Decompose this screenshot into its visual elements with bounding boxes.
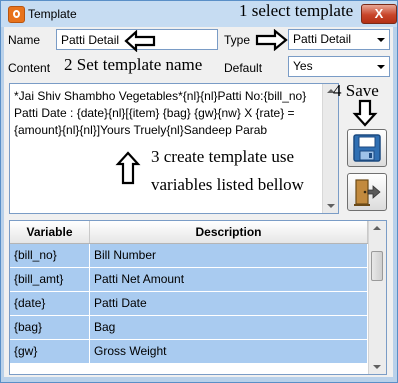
arrow-up-icon bbox=[115, 151, 141, 185]
type-select[interactable]: Patti Detail bbox=[288, 29, 390, 50]
arrow-left-icon bbox=[124, 30, 156, 52]
table-row[interactable]: {bill_no} Bill Number bbox=[10, 244, 368, 268]
chevron-down-icon bbox=[377, 65, 385, 69]
table-row[interactable]: {gw} Gross Weight bbox=[10, 340, 368, 364]
annotation-step3-line2: variables listed bellow bbox=[151, 175, 304, 194]
variable-cell: {date} bbox=[10, 292, 90, 315]
default-select-value: Yes bbox=[293, 59, 313, 73]
variable-cell: {gw} bbox=[10, 340, 90, 363]
title-bar[interactable]: Template 1 select template X bbox=[1, 1, 397, 27]
floppy-disk-icon bbox=[353, 134, 381, 162]
table-row[interactable]: {bill_amt} Patti Net Amount bbox=[10, 268, 368, 292]
chevron-down-icon bbox=[377, 38, 385, 42]
template-content-text: *Jai Shiv Shambho Vegetables*{nl}{nl}Pat… bbox=[14, 89, 307, 137]
table-row[interactable]: {date} Patti Date bbox=[10, 292, 368, 316]
default-label: Default bbox=[224, 61, 263, 75]
annotation-step2: 2 Set template name bbox=[64, 55, 203, 74]
variables-grid[interactable]: Variable Description {bill_no} Bill Numb… bbox=[9, 220, 387, 375]
grid-scrollbar[interactable] bbox=[368, 221, 386, 374]
door-exit-icon bbox=[354, 179, 381, 206]
description-cell: Bill Number bbox=[90, 244, 368, 267]
column-header-variable[interactable]: Variable bbox=[10, 221, 90, 243]
template-window: Template 1 select template X Name Type P… bbox=[0, 0, 398, 383]
table-row[interactable]: {bag} Bag bbox=[10, 316, 368, 340]
type-label: Type bbox=[224, 33, 251, 47]
scroll-down-icon[interactable] bbox=[373, 365, 381, 369]
content-label: Content bbox=[8, 61, 51, 75]
variable-cell: {bill_no} bbox=[10, 244, 90, 267]
exit-button[interactable] bbox=[347, 173, 387, 211]
arrow-down-icon bbox=[352, 99, 378, 127]
arrow-right-icon bbox=[255, 29, 288, 51]
scroll-down-icon[interactable] bbox=[327, 204, 335, 208]
close-button[interactable]: X bbox=[361, 4, 397, 24]
app-icon bbox=[8, 6, 25, 23]
description-cell: Bag bbox=[90, 316, 368, 339]
default-select[interactable]: Yes bbox=[288, 56, 390, 77]
window-title: Template bbox=[28, 7, 77, 21]
annotation-step4: 4 Save bbox=[333, 81, 379, 100]
type-select-value: Patti Detail bbox=[293, 32, 352, 46]
description-cell: Patti Date bbox=[90, 292, 368, 315]
variable-cell: {bill_amt} bbox=[10, 268, 90, 291]
textarea-scrollbar[interactable] bbox=[322, 84, 338, 213]
annotation-step1: 1 select template bbox=[239, 1, 354, 20]
description-cell: Patti Net Amount bbox=[90, 268, 368, 291]
column-header-description[interactable]: Description bbox=[90, 221, 368, 243]
name-label: Name bbox=[8, 33, 41, 47]
variable-cell: {bag} bbox=[10, 316, 90, 339]
save-button[interactable] bbox=[347, 129, 387, 167]
scrollbar-thumb[interactable] bbox=[371, 251, 383, 281]
annotation-step3-line1: 3 create template use bbox=[151, 147, 295, 166]
scroll-up-icon[interactable] bbox=[373, 226, 381, 230]
grid-header: Variable Description bbox=[10, 221, 368, 244]
client-area: Name Type Patti Detail Content 2 Set tem… bbox=[4, 27, 393, 377]
description-cell: Gross Weight bbox=[90, 340, 368, 363]
